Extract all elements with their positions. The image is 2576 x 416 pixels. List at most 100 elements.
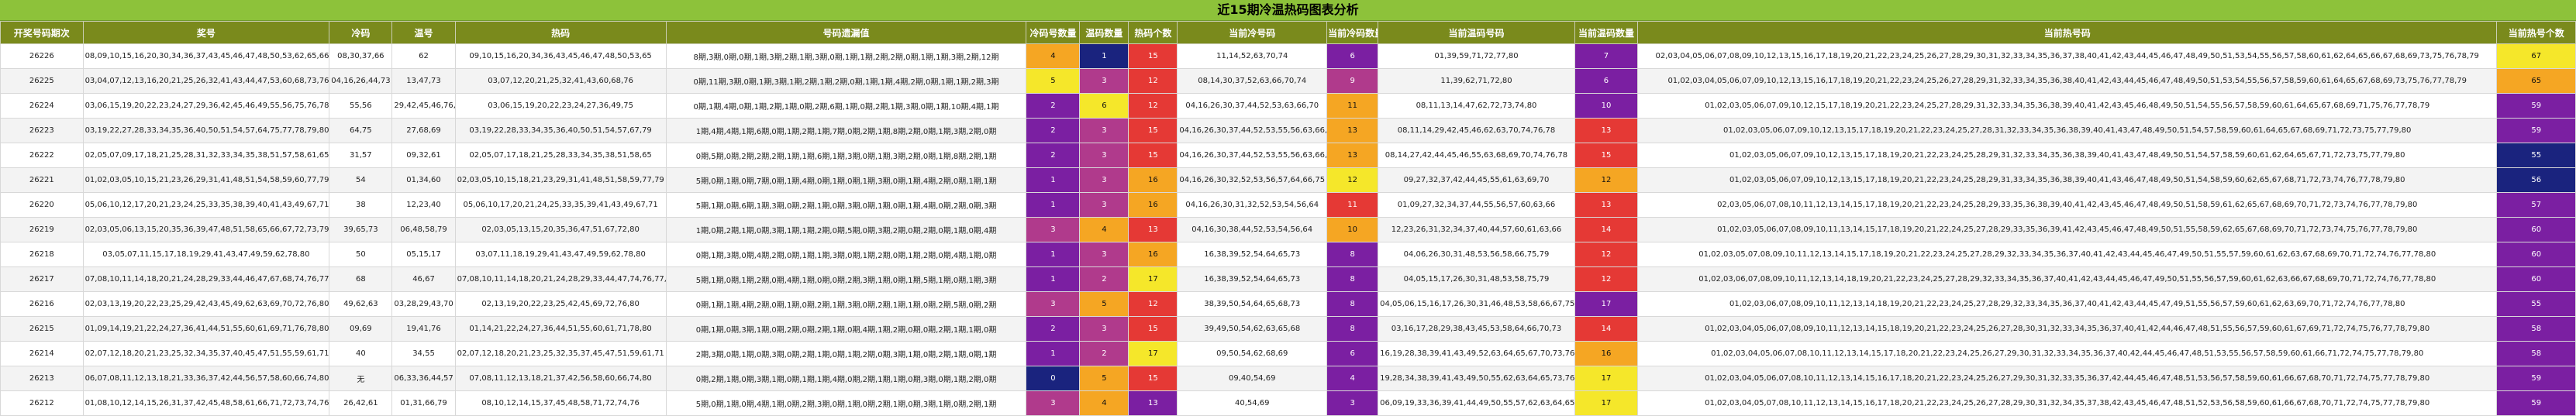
cell-prize: 02,03,05,06,13,15,20,35,36,39,47,48,51,5… — [82, 217, 330, 242]
cell-cur-warm: 08,11,14,29,42,45,46,62,63,70,74,76,78 — [1378, 118, 1575, 143]
header-row: 开奖号码期次 奖号 冷码 温号 热码 号码遗漏值 冷码号数量 温码数量 热码个数 当前冷号码 当前冷… — [0, 21, 2576, 44]
cell-cur-cold: 04,16,26,30,32,52,53,56,57,64,66,75 — [1177, 167, 1328, 193]
cell-cur-warm-n: 17 — [1574, 390, 1639, 416]
cell-warm-n: 2 — [1079, 341, 1129, 366]
cell-cur-hot: 01,02,03,05,06,07,09,10,12,15,17,18,19,2… — [1637, 93, 2498, 119]
cell-cold: 31,57 — [329, 143, 393, 168]
cell-cur-cold: 08,14,30,37,52,63,66,70,74 — [1177, 68, 1328, 94]
cell-cur-cold-n: 9 — [1326, 68, 1379, 94]
cell-warm-n: 3 — [1079, 68, 1129, 94]
column-header: 冷码号数量 — [1026, 21, 1081, 44]
cell-cur-cold-n: 12 — [1326, 167, 1379, 193]
cell-cur-hot: 02,03,05,06,07,08,10,11,12,13,14,15,17,1… — [1637, 192, 2498, 218]
cell-miss: 0期,5期,0期,2期,2期,2期,1期,1期,6期,1期,3期,0期,1期,3… — [665, 143, 1027, 168]
cell-cold: 26,42,61 — [329, 390, 393, 416]
cell-warm-n: 3 — [1079, 316, 1129, 342]
cell-hot: 07,08,10,11,14,18,20,21,24,28,29,33,44,4… — [454, 266, 667, 292]
cell-period: 26213 — [0, 366, 84, 391]
cell-cur-hot: 01,02,03,05,06,07,09,10,12,13,15,17,18,1… — [1637, 167, 2498, 193]
column-header: 奖号 — [82, 21, 330, 44]
table-row: 26220 05,06,10,12,17,20,21,23,24,25,33,35… — [0, 192, 2576, 218]
cell-hot-n: 16 — [1128, 242, 1178, 267]
cell-warm-n: 4 — [1079, 217, 1129, 242]
cell-period: 26226 — [0, 43, 84, 69]
cell-cold-n: 1 — [1026, 341, 1081, 366]
cell-cur-hot: 02,03,04,05,06,07,08,09,10,12,13,15,16,1… — [1637, 43, 2498, 69]
cell-cur-warm: 06,09,19,33,36,39,41,44,49,50,55,57,62,6… — [1378, 390, 1575, 416]
cell-miss: 1期,0期,2期,1期,0期,3期,1期,1期,2期,0期,5期,0期,3期,2… — [665, 217, 1027, 242]
cell-warm: 06,48,58,79 — [391, 217, 456, 242]
cell-miss: 0期,1期,4期,0期,1期,2期,1期,0期,2期,6期,1期,0期,2期,1… — [665, 93, 1027, 119]
cell-prize: 01,08,10,12,14,15,26,31,37,42,45,48,58,6… — [82, 390, 330, 416]
cell-cur-hot-n: 67 — [2496, 43, 2576, 69]
table-row: 26224 03,06,15,19,20,22,23,24,27,29,36,42… — [0, 93, 2576, 119]
cell-warm: 29,42,45,46,76,78 — [391, 93, 456, 119]
cell-warm-n: 5 — [1079, 366, 1129, 391]
cell-hot-n: 16 — [1128, 192, 1178, 218]
cell-warm: 12,23,40 — [391, 192, 456, 218]
cell-cur-hot-n: 59 — [2496, 390, 2576, 416]
cell-miss: 0期,2期,1期,0期,3期,1期,0期,1期,1期,4期,0期,2期,1期,1… — [665, 366, 1027, 391]
table-row: 26226 08,09,10,15,16,20,30,34,36,37,43,45… — [0, 43, 2576, 69]
cell-prize: 02,05,07,09,17,18,21,25,28,31,32,33,34,3… — [82, 143, 330, 168]
cell-period: 26224 — [0, 93, 84, 119]
table-row: 26223 03,19,22,27,28,33,34,35,36,40,50,51… — [0, 118, 2576, 143]
cell-cur-warm: 09,27,32,37,42,44,45,55,61,63,69,70 — [1378, 167, 1575, 193]
cell-cur-hot: 01,02,03,04,05,07,08,10,11,12,13,14,15,1… — [1637, 390, 2498, 416]
cell-cur-cold: 16,38,39,52,54,64,65,73 — [1177, 266, 1328, 292]
cell-cur-warm-n: 17 — [1574, 366, 1639, 391]
column-header: 开奖号码期次 — [0, 21, 84, 44]
cell-warm-n: 6 — [1079, 93, 1129, 119]
column-header: 当前冷码数量 — [1326, 21, 1379, 44]
cell-cold-n: 1 — [1026, 242, 1081, 267]
cell-cur-hot-n: 57 — [2496, 192, 2576, 218]
cell-period: 26212 — [0, 390, 84, 416]
cell-cur-warm: 01,09,27,32,34,37,44,55,56,57,60,63,66 — [1378, 192, 1575, 218]
cell-cold: 08,30,37,66 — [329, 43, 393, 69]
cell-cold: 09,69 — [329, 316, 393, 342]
cell-hot: 08,10,12,14,15,37,45,48,58,71,72,74,76 — [454, 390, 667, 416]
cell-period: 26217 — [0, 266, 84, 292]
cell-cold: 55,56 — [329, 93, 393, 119]
cell-warm: 46,67 — [391, 266, 456, 292]
cell-cold: 40 — [329, 341, 393, 366]
cell-cold-n: 1 — [1026, 266, 1081, 292]
table-row: 26217 07,08,10,11,14,18,20,21,24,28,29,33… — [0, 266, 2576, 292]
cell-cur-hot-n: 60 — [2496, 266, 2576, 292]
cell-cold: 49,62,63 — [329, 291, 393, 317]
table-body: 26226 08,09,10,15,16,20,30,34,36,37,43,45… — [0, 43, 2576, 416]
cell-hot-n: 15 — [1128, 143, 1178, 168]
column-header: 号码遗漏值 — [665, 21, 1027, 44]
cell-cur-cold-n: 8 — [1326, 291, 1379, 317]
cell-cur-warm-n: 14 — [1574, 316, 1639, 342]
cell-cur-warm: 01,39,59,71,72,77,80 — [1378, 43, 1575, 69]
cell-cur-warm-n: 12 — [1574, 167, 1639, 193]
cell-warm: 19,41,76 — [391, 316, 456, 342]
table-row: 26216 02,03,13,19,20,22,23,25,29,42,43,45… — [0, 291, 2576, 317]
column-header: 热码 — [454, 21, 667, 44]
cell-hot-n: 16 — [1128, 167, 1178, 193]
cell-cur-hot: 01,02,03,06,07,08,09,10,11,12,13,14,18,1… — [1637, 291, 2498, 317]
cell-prize: 06,07,08,11,12,13,18,21,33,36,37,42,44,5… — [82, 366, 330, 391]
cell-cur-hot-n: 55 — [2496, 291, 2576, 317]
cell-cold-n: 2 — [1026, 316, 1081, 342]
cell-cur-cold: 04,16,26,30,37,44,52,53,55,56,63,66,70 — [1177, 118, 1328, 143]
cell-hot: 02,07,12,18,20,21,23,25,32,35,37,45,47,5… — [454, 341, 667, 366]
cell-cold-n: 2 — [1026, 118, 1081, 143]
cell-cold-n: 4 — [1026, 43, 1081, 69]
cell-prize: 05,06,10,12,17,20,21,23,24,25,33,35,38,3… — [82, 192, 330, 218]
cell-cur-warm-n: 16 — [1574, 341, 1639, 366]
cell-miss: 2期,3期,0期,1期,0期,3期,0期,2期,1期,0期,1期,2期,0期,3… — [665, 341, 1027, 366]
cell-period: 26218 — [0, 242, 84, 267]
cell-prize: 02,07,12,18,20,21,23,25,32,34,35,37,40,4… — [82, 341, 330, 366]
cell-prize: 03,06,15,19,20,22,23,24,27,29,36,42,45,4… — [82, 93, 330, 119]
cell-warm: 27,68,69 — [391, 118, 456, 143]
cell-cur-warm: 04,05,06,15,16,17,26,30,31,46,48,53,58,6… — [1378, 291, 1575, 317]
cell-warm: 03,28,29,43,70 — [391, 291, 456, 317]
cell-hot-n: 15 — [1128, 118, 1178, 143]
column-header: 当前温码号码 — [1378, 21, 1575, 44]
cell-warm-n: 3 — [1079, 242, 1129, 267]
cell-miss: 5期,1期,0期,1期,2期,0期,4期,1期,0期,0期,2期,3期,1期,0… — [665, 266, 1027, 292]
cell-miss: 5期,0期,1期,0期,4期,1期,0期,2期,3期,0期,1期,0期,2期,1… — [665, 390, 1027, 416]
cell-cur-cold: 09,40,54,69 — [1177, 366, 1328, 391]
